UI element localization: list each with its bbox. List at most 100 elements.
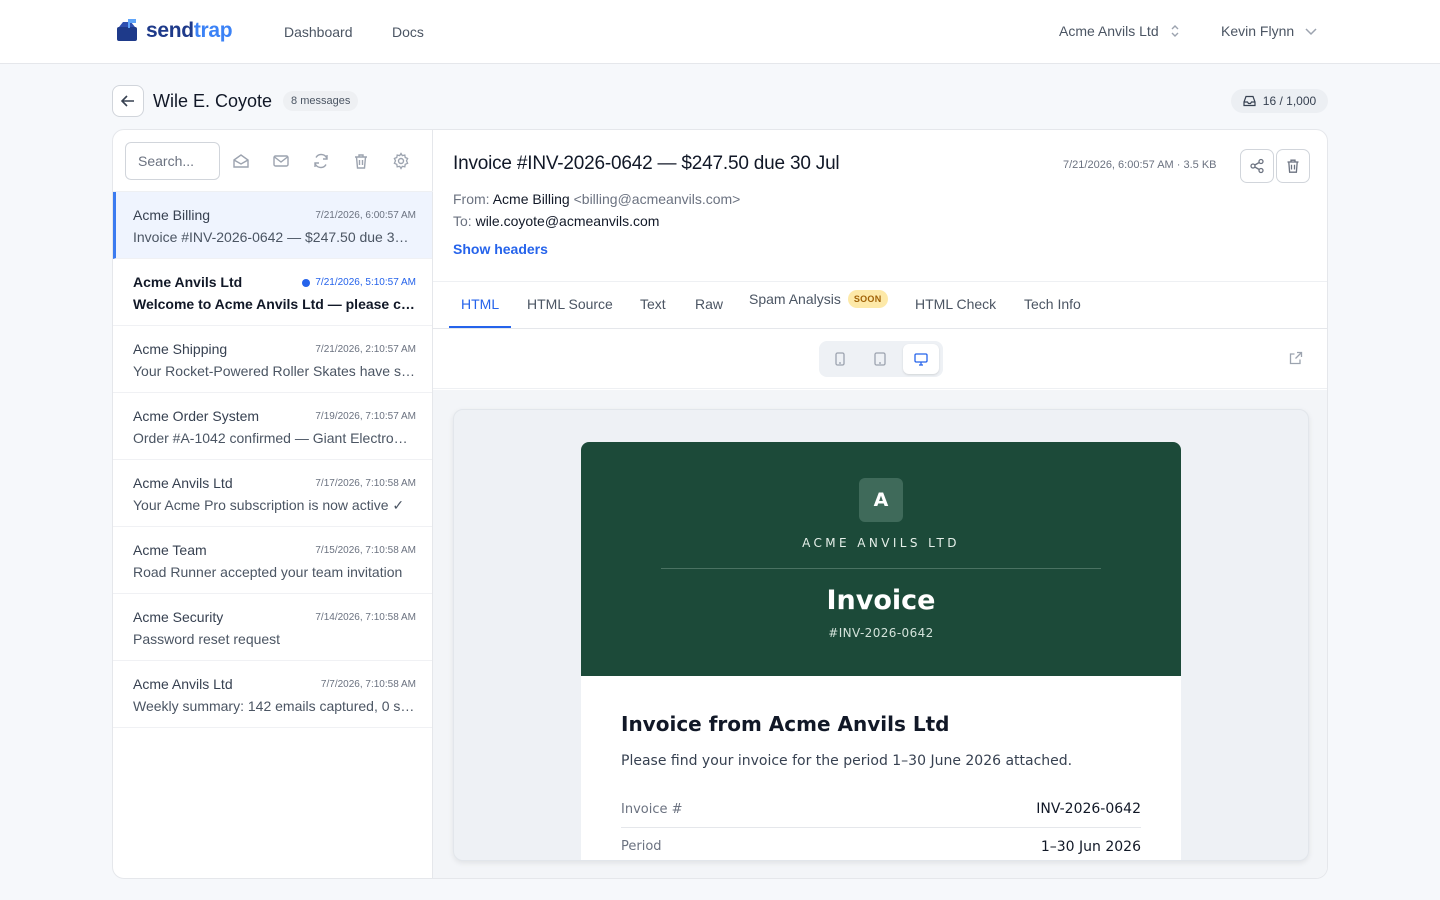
- trash-icon: [1285, 158, 1301, 174]
- phone-icon: [835, 352, 845, 366]
- message-count-badge: 8 messages: [283, 91, 359, 111]
- to-line: To: wile.coyote@acmeanvils.com: [453, 213, 659, 229]
- active-tab-indicator: [449, 326, 511, 328]
- message-list-column: Acme Billing 7/21/2026, 6:00:57 AM Invoi…: [113, 130, 433, 878]
- mobile-view-button[interactable]: [822, 344, 858, 374]
- org-selector[interactable]: Acme Anvils Ltd: [1059, 23, 1181, 39]
- logo-wordmark: sendtrap: [146, 19, 233, 43]
- list-toolbar: [113, 130, 433, 192]
- inbox-header: Wile E. Coyote 8 messages: [112, 84, 359, 118]
- message-item[interactable]: Acme Shipping 7/21/2026, 2:10:57 AM Your…: [113, 326, 432, 393]
- mailbox-logo-icon: [115, 18, 141, 44]
- tab-html-source[interactable]: HTML Source: [527, 296, 613, 312]
- gear-icon[interactable]: [391, 151, 411, 171]
- from-line: From: Acme Billing <billing@acmeanvils.c…: [453, 191, 740, 207]
- quota-badge: 16 / 1,000: [1231, 89, 1328, 113]
- from-name: Acme Billing: [492, 191, 570, 207]
- brand-name: ACME ANVILS LTD: [802, 536, 960, 550]
- share-button[interactable]: [1240, 149, 1274, 183]
- quota-text: 16 / 1,000: [1262, 94, 1317, 108]
- message-time: 7/21/2026, 6:00:57 AM: [315, 210, 416, 221]
- message-sender: Acme Anvils Ltd: [133, 475, 233, 491]
- message-time: 7/17/2026, 7:10:58 AM: [315, 478, 416, 489]
- delete-button[interactable]: [1276, 149, 1310, 183]
- device-toolbar: [433, 329, 1327, 389]
- tab-text[interactable]: Text: [640, 296, 666, 312]
- message-meta: 7/21/2026, 6:00:57 AM · 3.5 KB: [1063, 159, 1217, 171]
- invoice-row: Period 1–30 Jun 2026: [621, 828, 1141, 860]
- message-sender: Acme Shipping: [133, 341, 228, 357]
- invoice-row-label: Period: [621, 839, 662, 854]
- message-subject: Password reset request: [133, 631, 281, 647]
- invoice-row-label: Invoice #: [621, 801, 683, 817]
- inbox-tray-icon: [1243, 95, 1263, 107]
- message-time: 7/7/2026, 7:10:58 AM: [320, 679, 416, 690]
- brand-logo: A: [859, 478, 903, 522]
- from-label: From:: [453, 191, 490, 207]
- search-input[interactable]: [125, 142, 220, 180]
- message-detail-subject: Invoice #INV-2026-0642 — $247.50 due 30 …: [453, 153, 840, 174]
- nav-dashboard[interactable]: Dashboard: [284, 24, 353, 40]
- tab-raw[interactable]: Raw: [695, 296, 723, 312]
- message-time: 7/19/2026, 7:10:57 AM: [315, 411, 416, 422]
- message-subject: Invoice #INV-2026-0642 — $247.50 due 30 …: [133, 229, 416, 245]
- message-sender: Acme Order System: [133, 408, 260, 424]
- top-bar: sendtrap Dashboard Docs Acme Anvils Ltd …: [0, 0, 1440, 64]
- tab-spam-analysis[interactable]: Spam Analysis SOON: [749, 290, 888, 308]
- message-item[interactable]: Acme Team 7/15/2026, 7:10:58 AM Road Run…: [113, 527, 432, 594]
- message-sender: Acme Team: [133, 542, 207, 558]
- chevron-down-icon: [1294, 26, 1318, 36]
- message-item[interactable]: Acme Anvils Ltd 7/7/2026, 7:10:58 AM Wee…: [113, 661, 432, 728]
- tab-html[interactable]: HTML: [461, 296, 499, 312]
- mail-icon[interactable]: [271, 151, 291, 171]
- message-sender: Acme Anvils Ltd: [133, 274, 243, 290]
- email-hero: A ACME ANVILS LTD Invoice #INV-2026-0642: [581, 442, 1181, 676]
- message-item[interactable]: Acme Anvils Ltd 7/17/2026, 7:10:58 AM Yo…: [113, 460, 432, 527]
- show-headers-link[interactable]: Show headers: [453, 241, 548, 257]
- message-sender: Acme Billing: [133, 207, 211, 223]
- from-address: <billing@acmeanvils.com>: [573, 191, 741, 207]
- chevron-up-down-icon: [1159, 24, 1181, 38]
- message-subject: Order #A-1042 confirmed — Giant Electrom…: [133, 430, 416, 446]
- invoice-row-value: 1–30 Jun 2026: [1040, 838, 1141, 855]
- monitor-icon: [914, 352, 928, 366]
- logo[interactable]: sendtrap: [115, 18, 233, 44]
- tablet-view-button[interactable]: [862, 344, 898, 374]
- view-tabs: HTML HTML Source Text Raw Spam Analysis …: [433, 281, 1327, 329]
- message-time-unread: 7/21/2026, 5:10:57 AM: [302, 277, 416, 288]
- invoice-row-value: INV-2026-0642: [1036, 801, 1141, 817]
- back-button[interactable]: [112, 85, 144, 117]
- org-name: Acme Anvils Ltd: [1059, 23, 1159, 39]
- arrow-left-icon: [121, 95, 135, 107]
- message-subject: Your Acme Pro subscription is now active…: [133, 497, 405, 513]
- invoice-row: Invoice # INV-2026-0642: [621, 791, 1141, 828]
- email-heading: Invoice from Acme Anvils Ltd: [621, 712, 950, 736]
- message-item[interactable]: Acme Security 7/14/2026, 7:10:58 AM Pass…: [113, 594, 432, 661]
- mark-all-read-icon[interactable]: [231, 151, 251, 171]
- message-time: 7/21/2026, 5:10:57 AM: [315, 277, 416, 288]
- external-link-icon[interactable]: [1289, 351, 1303, 365]
- logo-trap-text: trap: [193, 19, 233, 42]
- trash-icon[interactable]: [351, 151, 371, 171]
- message-item[interactable]: Acme Order System 7/19/2026, 7:10:57 AM …: [113, 393, 432, 460]
- tablet-icon: [874, 352, 886, 366]
- refresh-icon[interactable]: [311, 151, 331, 171]
- tab-html-check[interactable]: HTML Check: [915, 296, 996, 312]
- tab-tech-info[interactable]: Tech Info: [1024, 296, 1081, 312]
- email-paragraph: Please find your invoice for the period …: [621, 753, 1073, 769]
- desktop-view-button[interactable]: [903, 344, 939, 374]
- message-item[interactable]: Acme Anvils Ltd 7/21/2026, 5:10:57 AM We…: [113, 259, 432, 326]
- message-subject: Weekly summary: 142 emails captured, 0 s…: [133, 698, 416, 714]
- user-menu[interactable]: Kevin Flynn: [1221, 23, 1318, 39]
- message-sender: Acme Security: [133, 609, 224, 625]
- message-item[interactable]: Acme Billing 7/21/2026, 6:00:57 AM Invoi…: [113, 192, 432, 259]
- to-address: wile.coyote@acmeanvils.com: [475, 213, 660, 229]
- nav-docs[interactable]: Docs: [392, 24, 424, 40]
- hero-divider: [661, 568, 1101, 569]
- email-body: A ACME ANVILS LTD Invoice #INV-2026-0642…: [581, 442, 1181, 860]
- share-icon: [1249, 158, 1265, 174]
- message-subject: Your Rocket-Powered Roller Skates have s…: [133, 363, 416, 379]
- device-switcher: [819, 341, 943, 377]
- preview-frame[interactable]: A ACME ANVILS LTD Invoice #INV-2026-0642…: [453, 409, 1309, 861]
- preview-area: A ACME ANVILS LTD Invoice #INV-2026-0642…: [433, 390, 1327, 878]
